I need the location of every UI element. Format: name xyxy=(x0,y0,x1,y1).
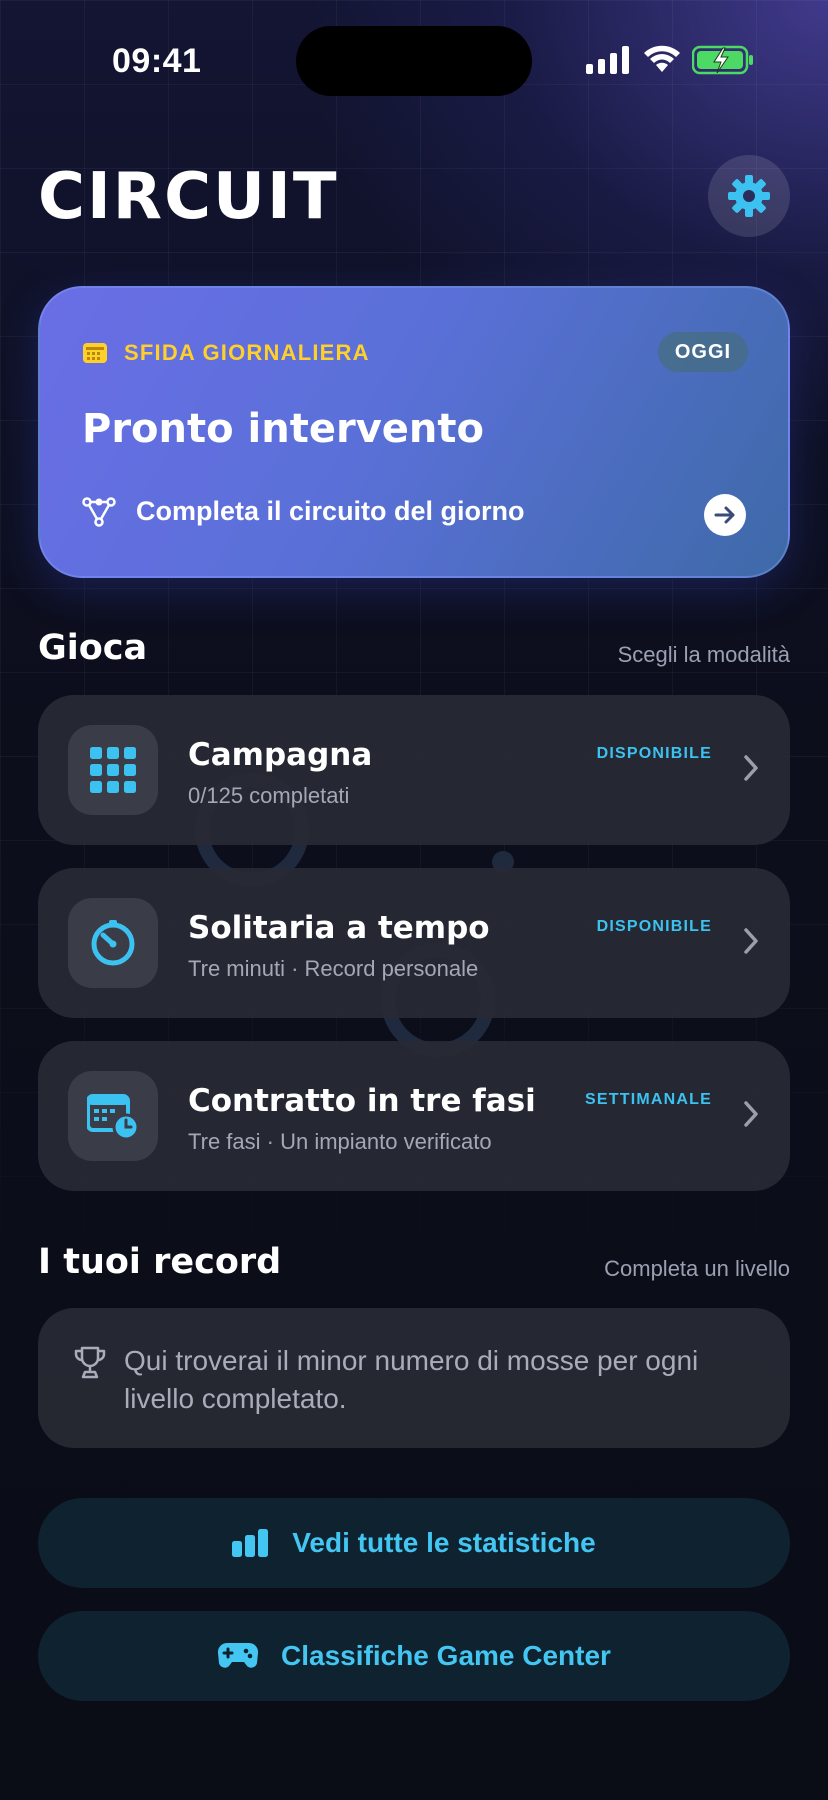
gear-icon xyxy=(728,175,770,217)
grid-icon xyxy=(90,747,136,793)
game-center-leaderboards-label: Classifiche Game Center xyxy=(281,1640,611,1671)
records-section-title: I tuoi record xyxy=(38,1242,282,1282)
mode-icon-container xyxy=(68,898,158,988)
play-section-title: Gioca xyxy=(38,628,148,668)
mode-card-solitaria-a-tempo[interactable]: Solitaria a tempo Tre minuti · Record pe… xyxy=(38,868,790,1018)
trophy-icon xyxy=(74,1346,106,1379)
mode-title: Contratto in tre fasi xyxy=(188,1083,536,1119)
mode-card-contratto-in-tre-fasi[interactable]: Contratto in tre fasi Tre fasi · Un impi… xyxy=(38,1041,790,1191)
view-statistics-button[interactable]: Vedi tutte le statistiche xyxy=(38,1498,790,1588)
mode-icon-container xyxy=(68,1071,158,1161)
calendar-icon xyxy=(83,343,107,363)
mode-title: Solitaria a tempo xyxy=(188,910,490,946)
view-statistics-label: Vedi tutte le statistiche xyxy=(292,1527,596,1558)
today-badge: OGGI xyxy=(658,332,748,372)
daily-challenge-label: SFIDA GIORNALIERA xyxy=(124,340,370,365)
cellular-signal-icon xyxy=(586,46,629,74)
mode-title: Campagna xyxy=(188,737,373,773)
records-empty-text: Qui troverai il minor numero di mosse pe… xyxy=(124,1345,699,1414)
calendar-clock-icon xyxy=(87,1094,139,1140)
status-time: 09:41 xyxy=(112,42,202,80)
arrow-right-icon xyxy=(714,506,735,524)
chevron-right-icon xyxy=(744,1101,758,1127)
chevron-right-icon xyxy=(744,755,758,781)
daily-challenge-subtitle-row: Completa il circuito del giorno xyxy=(82,496,525,527)
daily-challenge-card[interactable]: SFIDA GIORNALIERA OGGI Pronto intervento… xyxy=(38,286,790,578)
mode-icon-container xyxy=(68,725,158,815)
play-section-hint: Scegli la modalità xyxy=(617,642,790,667)
dynamic-island xyxy=(296,26,532,96)
gamecontroller-icon xyxy=(217,1642,259,1668)
mode-subtitle: Tre fasi · Un impianto verificato xyxy=(188,1129,492,1154)
wifi-icon xyxy=(644,45,680,72)
game-center-leaderboards-button[interactable]: Classifiche Game Center xyxy=(38,1611,790,1701)
mode-status-badge: DISPONIBILE xyxy=(596,918,712,935)
daily-challenge-subtitle: Completa il circuito del giorno xyxy=(136,496,525,526)
status-bar: 09:41 xyxy=(0,0,828,110)
mode-card-campagna[interactable]: Campagna 0/125 completati DISPONIBILE xyxy=(38,695,790,845)
settings-button[interactable] xyxy=(708,155,790,237)
timer-icon xyxy=(91,920,135,966)
app-title: CIRCUIT xyxy=(38,160,339,234)
mode-status-badge: SETTIMANALE xyxy=(585,1091,712,1108)
bar-chart-icon xyxy=(232,1529,269,1557)
records-empty-state: Qui troverai il minor numero di mosse pe… xyxy=(38,1308,790,1448)
daily-challenge-title: Pronto intervento xyxy=(82,406,484,452)
mode-subtitle: 0/125 completati xyxy=(188,783,350,808)
mode-status-badge: DISPONIBILE xyxy=(596,745,712,762)
circuit-nodes-icon xyxy=(82,496,116,527)
chevron-right-icon xyxy=(744,928,758,954)
mode-subtitle: Tre minuti · Record personale xyxy=(188,956,479,981)
records-section-hint: Completa un livello xyxy=(604,1256,790,1281)
daily-challenge-tag: SFIDA GIORNALIERA xyxy=(82,340,370,366)
battery-charging-icon xyxy=(692,45,753,75)
daily-challenge-go-button[interactable] xyxy=(704,494,746,536)
